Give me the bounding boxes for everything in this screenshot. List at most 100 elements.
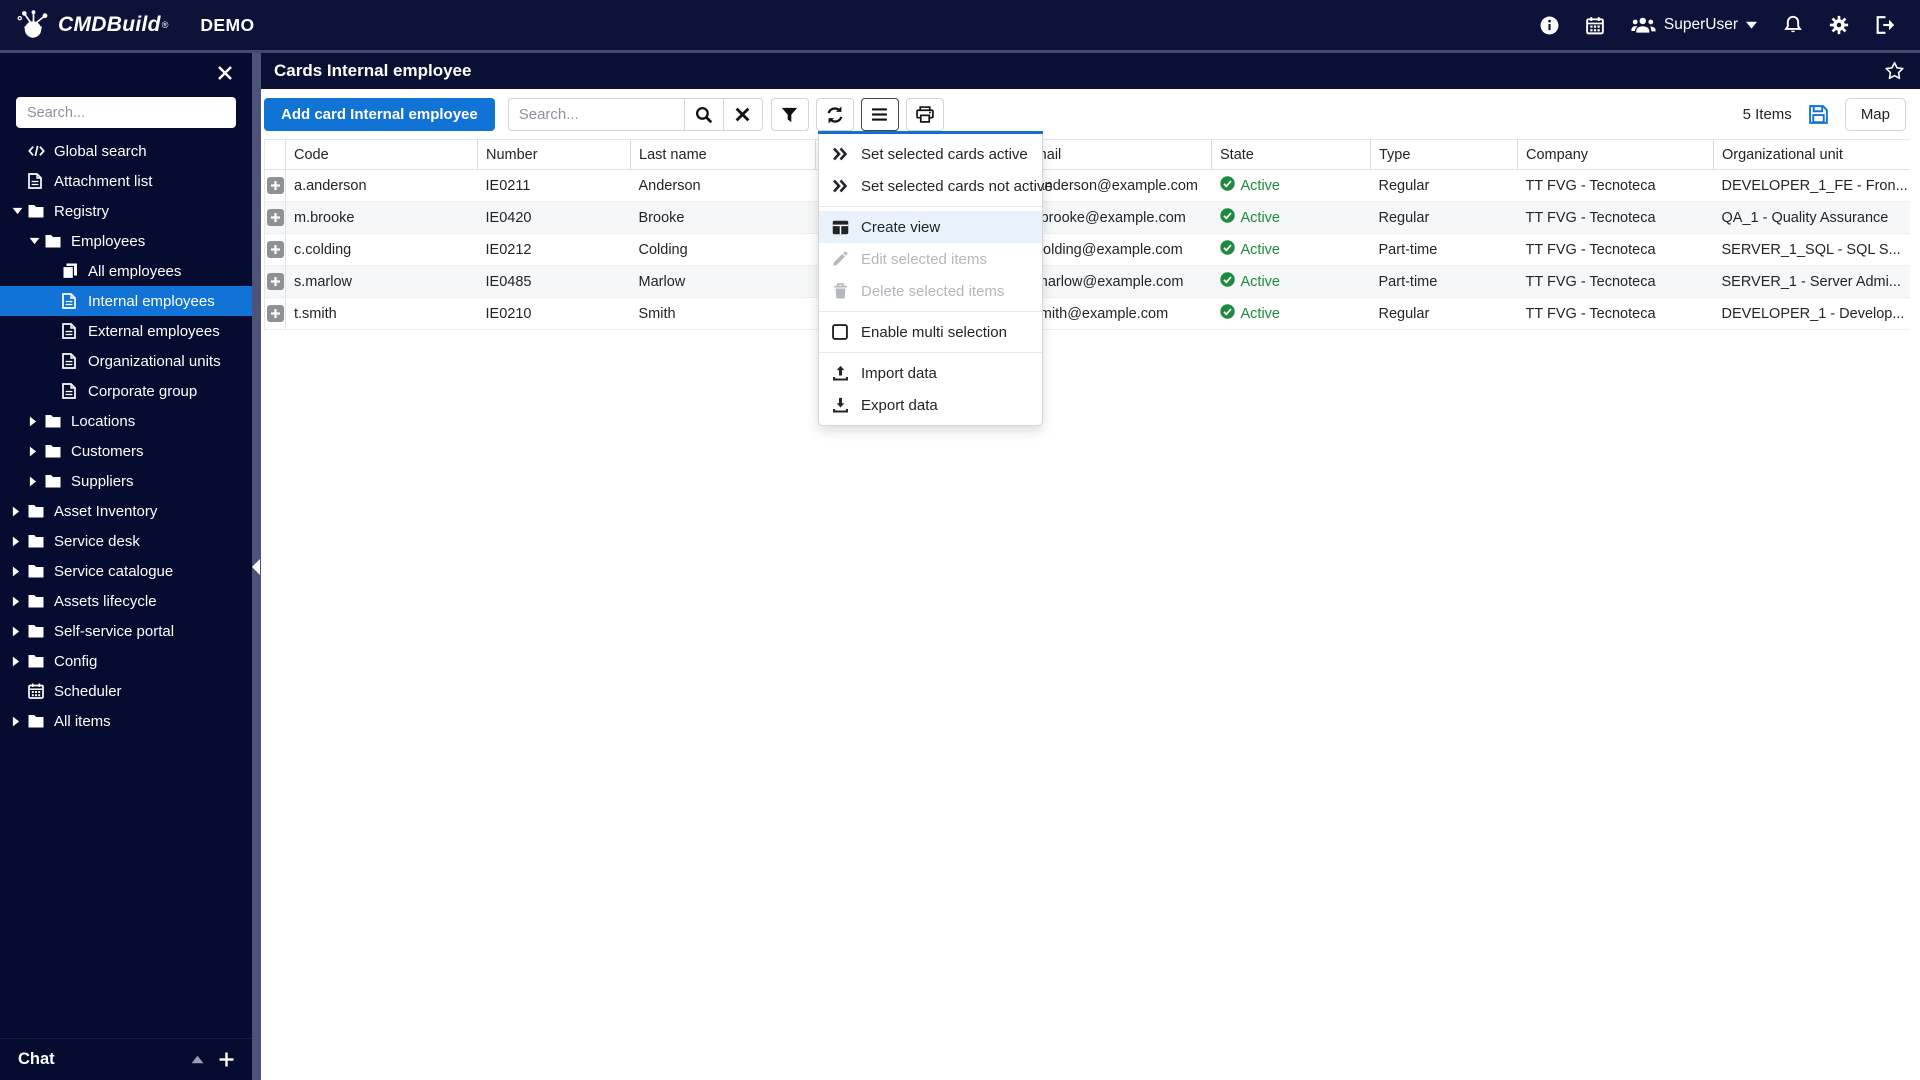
print-button[interactable] bbox=[905, 98, 944, 131]
column-header-state[interactable]: State bbox=[1211, 139, 1371, 170]
sidebar-close-icon[interactable] bbox=[218, 66, 232, 80]
column-header-number[interactable]: Number bbox=[477, 139, 631, 170]
sidebar-item-label: All employees bbox=[88, 262, 182, 280]
download-icon bbox=[831, 397, 849, 413]
sidebar-search-input[interactable] bbox=[16, 97, 236, 128]
state-cell: Active bbox=[1211, 233, 1371, 266]
chat-add-icon[interactable] bbox=[219, 1052, 234, 1067]
organizational-unit-cell: DEVELOPER_1_FE - Fron... bbox=[1713, 169, 1910, 202]
caret-right-icon[interactable] bbox=[12, 566, 28, 577]
search-button[interactable] bbox=[684, 98, 724, 131]
open-card-plus-icon[interactable] bbox=[266, 177, 284, 194]
sidebar-item-label: All items bbox=[54, 712, 111, 730]
table-row[interactable]: s.marlow IE0485 Marlow s.marlow@example.com… bbox=[264, 265, 1910, 298]
sidebar-item-all-items[interactable]: All items bbox=[0, 706, 252, 736]
sidebar-item-label: Employees bbox=[71, 232, 146, 250]
sidebar-item-registry[interactable]: Registry bbox=[0, 196, 252, 226]
info-icon[interactable] bbox=[1540, 16, 1559, 35]
calendar-icon[interactable] bbox=[1586, 16, 1604, 35]
sidebar-item-all-employees[interactable]: All employees bbox=[0, 256, 252, 286]
sidebar-item-internal-employees[interactable]: Internal employees bbox=[0, 286, 252, 316]
caret-down-icon[interactable] bbox=[12, 207, 28, 215]
menu-item-import-data[interactable]: Import data bbox=[819, 357, 1042, 389]
chat-collapse-icon[interactable] bbox=[191, 1055, 204, 1064]
sidebar-item-asset-inventory[interactable]: Asset Inventory bbox=[0, 496, 252, 526]
open-card-plus-icon[interactable] bbox=[266, 241, 284, 258]
column-header-company[interactable]: Company bbox=[1517, 139, 1714, 170]
save-view-icon[interactable] bbox=[1808, 105, 1828, 124]
grid-menu-button[interactable] bbox=[860, 98, 899, 131]
sidebar-item-self-service-portal[interactable]: Self-service portal bbox=[0, 616, 252, 646]
caret-right-icon[interactable] bbox=[12, 716, 28, 727]
map-button[interactable]: Map bbox=[1844, 98, 1906, 131]
sidebar-item-locations[interactable]: Locations bbox=[0, 406, 252, 436]
grid-search-input[interactable] bbox=[507, 98, 685, 131]
trash-icon bbox=[831, 283, 849, 299]
menu-item-set-selected-cards-not-active[interactable]: Set selected cards not active bbox=[819, 170, 1053, 202]
add-card-button[interactable]: Add card Internal employee bbox=[264, 98, 495, 131]
column-header-type[interactable]: Type bbox=[1370, 139, 1518, 170]
caret-down-icon[interactable] bbox=[29, 237, 45, 245]
sidebar-item-service-desk[interactable]: Service desk bbox=[0, 526, 252, 556]
column-header-last-name[interactable]: Last name bbox=[630, 139, 816, 170]
open-card-plus-icon[interactable] bbox=[266, 273, 284, 290]
organizational-unit-cell: SERVER_1_SQL - SQL S... bbox=[1713, 233, 1910, 266]
user-menu[interactable]: SuperUser bbox=[1631, 16, 1757, 34]
table-row[interactable]: m.brooke IE0420 Brooke m.brooke@example.com… bbox=[264, 201, 1910, 234]
caret-down-icon bbox=[1746, 21, 1757, 29]
filter-button[interactable] bbox=[770, 98, 809, 131]
open-card-plus-icon[interactable] bbox=[266, 305, 284, 322]
sidebar-item-service-catalogue[interactable]: Service catalogue bbox=[0, 556, 252, 586]
sidebar-item-employees[interactable]: Employees bbox=[0, 226, 252, 256]
menu-item-enable-multi-selection[interactable]: Enable multi selection bbox=[819, 316, 1042, 348]
sidebar-item-attachment-list[interactable]: Attachment list bbox=[0, 166, 252, 196]
notifications-bell-icon[interactable] bbox=[1784, 15, 1802, 35]
open-card-plus-icon[interactable] bbox=[266, 209, 284, 226]
menu-item-set-selected-cards-active[interactable]: Set selected cards active bbox=[819, 138, 1042, 170]
caret-right-icon[interactable] bbox=[29, 476, 45, 487]
column-header-organizational-unit[interactable]: Organizational unit bbox=[1713, 139, 1910, 170]
table-row[interactable]: a.anderson IE0211 Anderson a.anderson@examp… bbox=[264, 169, 1910, 202]
sidebar-item-label: Attachment list bbox=[54, 172, 153, 190]
caret-right-icon[interactable] bbox=[12, 656, 28, 667]
table-row[interactable]: t.smith IE0210 Smith t.smith@example.com Act… bbox=[264, 297, 1910, 330]
expand-cell bbox=[264, 297, 286, 330]
sidebar-item-external-employees[interactable]: External employees bbox=[0, 316, 252, 346]
menu-item-export-data[interactable]: Export data bbox=[819, 389, 1042, 421]
favorite-star-icon[interactable] bbox=[1884, 61, 1905, 81]
caret-right-icon[interactable] bbox=[29, 416, 45, 427]
table-row[interactable]: c.colding IE0212 Colding c.colding@example.… bbox=[264, 233, 1910, 266]
refresh-button[interactable] bbox=[815, 98, 854, 131]
folder-icon bbox=[28, 504, 45, 518]
caret-right-icon[interactable] bbox=[12, 596, 28, 607]
sidebar-item-assets-lifecycle[interactable]: Assets lifecycle bbox=[0, 586, 252, 616]
folder-icon bbox=[28, 624, 45, 638]
sidebar-item-suppliers[interactable]: Suppliers bbox=[0, 466, 252, 496]
last-name-cell: Marlow bbox=[630, 265, 816, 298]
folder-icon bbox=[28, 594, 45, 608]
settings-gear-icon[interactable] bbox=[1829, 15, 1849, 35]
sidebar-item-global-search[interactable]: Global search bbox=[0, 136, 252, 166]
sidebar-item-scheduler[interactable]: Scheduler bbox=[0, 676, 252, 706]
column-header-email[interactable]: Email bbox=[1016, 139, 1212, 170]
check-circle-icon bbox=[1219, 176, 1235, 195]
sidebar-item-customers[interactable]: Customers bbox=[0, 436, 252, 466]
column-header-code[interactable]: Code bbox=[285, 139, 478, 170]
sidebar-item-config[interactable]: Config bbox=[0, 646, 252, 676]
clear-search-button[interactable] bbox=[723, 98, 763, 131]
caret-right-icon[interactable] bbox=[12, 626, 28, 637]
page-title: Cards Internal employee bbox=[274, 61, 472, 80]
sidebar-item-corporate-group[interactable]: Corporate group bbox=[0, 376, 252, 406]
collapse-sidebar-icon[interactable] bbox=[252, 558, 260, 575]
sidebar-splitter[interactable] bbox=[252, 53, 261, 1080]
grid-actions-menu: Set selected cards active Set selected ca… bbox=[818, 131, 1053, 426]
sidebar-item-label: Asset Inventory bbox=[54, 502, 158, 520]
sidebar-item-organizational-units[interactable]: Organizational units bbox=[0, 346, 252, 376]
caret-right-icon[interactable] bbox=[29, 446, 45, 457]
menu-item-create-view[interactable]: Create view bbox=[819, 211, 1042, 243]
logout-icon[interactable] bbox=[1876, 16, 1896, 34]
caret-right-icon[interactable] bbox=[12, 506, 28, 517]
titlebar: Cards Internal employee bbox=[261, 53, 1920, 89]
company-cell: TT FVG - Tecnoteca bbox=[1517, 201, 1714, 234]
caret-right-icon[interactable] bbox=[12, 536, 28, 547]
